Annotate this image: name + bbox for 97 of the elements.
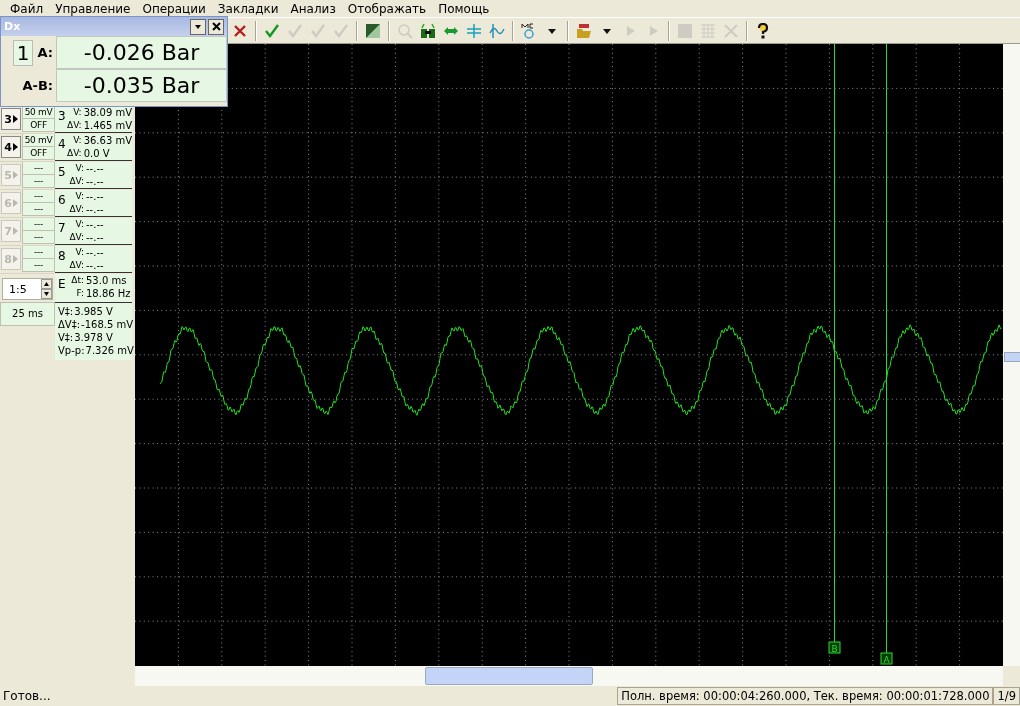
reading-value: --.--	[86, 162, 104, 175]
reading-value: --.--	[86, 246, 104, 259]
scale-value: ---	[22, 190, 55, 203]
reading-label: ΔV:	[66, 119, 82, 132]
scale-value: ---	[22, 218, 55, 231]
horizontal-scrollbar[interactable]	[135, 666, 1003, 686]
reading-label: ΔV:	[68, 203, 84, 216]
window-title: Dx	[4, 20, 21, 33]
reading-value: --.--	[86, 218, 104, 231]
menu-item[interactable]: Файл	[4, 1, 50, 16]
state-value: ---	[22, 203, 55, 216]
reading-label: V:	[74, 246, 84, 259]
reading-value: 3.978 V	[74, 331, 113, 344]
reading-value: 18.86 Hz	[86, 287, 131, 300]
reading-label: ΔV‡:	[58, 318, 81, 331]
reading-label: Δt:	[70, 274, 84, 287]
timebase-value: 25 ms	[0, 302, 55, 326]
reading-label: V:	[74, 218, 84, 231]
reading-label: A:	[37, 45, 53, 60]
menu-item[interactable]: Анализ	[284, 1, 342, 16]
contrast-icon[interactable]	[365, 22, 381, 39]
channel-number: 7	[57, 220, 67, 237]
reading-label: V:	[74, 190, 84, 203]
cursor-lines-icon[interactable]	[466, 22, 482, 39]
cursor-label: A	[883, 654, 890, 665]
cursor-line[interactable]: B	[828, 44, 841, 654]
up-arrow-icon[interactable]	[41, 279, 52, 289]
reading-label: V:	[72, 106, 82, 119]
reading-label: V‡:	[58, 331, 74, 344]
reading-label: ΔV:	[68, 231, 84, 244]
folder-icon[interactable]	[576, 22, 592, 39]
play-icon[interactable]	[12, 115, 18, 123]
reading-label: E	[57, 276, 67, 293]
wave-icon[interactable]	[489, 22, 505, 39]
reading-label: V:	[72, 134, 82, 147]
reading-label: V:	[74, 162, 84, 175]
menu-item[interactable]: Закладки	[211, 1, 285, 16]
memory-icon[interactable]	[521, 22, 537, 39]
channel-number: 8	[57, 248, 67, 265]
reading-value: --.--	[86, 190, 104, 203]
channel-number: 4	[57, 136, 66, 153]
cursor-line[interactable]: A	[880, 44, 893, 665]
reading-value: --.--	[86, 231, 104, 244]
reading-label: Vp-p:	[58, 344, 85, 357]
cross-icon[interactable]	[232, 22, 248, 39]
reading-label: ΔV:	[66, 147, 82, 160]
scale-value: ---	[22, 162, 55, 175]
reading-value: 0.0 V	[83, 147, 110, 160]
channel-button[interactable]: 3	[1, 108, 21, 130]
scale-value: 50 mV	[22, 134, 55, 147]
down-arrow-icon[interactable]	[41, 289, 52, 299]
scale-value: ---	[22, 246, 55, 259]
menu-item[interactable]: Отображать	[341, 1, 433, 16]
cursor-label: B	[831, 643, 838, 654]
channel-number: 3	[57, 108, 66, 125]
reading-value: 36.63 mV	[83, 134, 133, 147]
time-readout: Полн. время: 00:00:04:260.000, Тек. время: 00:00:01:728.000	[617, 687, 994, 705]
reading-label: A-B:	[22, 78, 53, 93]
state-value: ---	[22, 231, 55, 244]
menu-item[interactable]: Операции	[136, 1, 212, 16]
state-value: ---	[22, 259, 55, 272]
check-icon[interactable]	[264, 22, 280, 39]
close-icon[interactable]	[211, 22, 221, 31]
channel-button[interactable]: 4	[1, 136, 21, 158]
status-message: Готов...	[2, 689, 52, 703]
reading-label: ΔV:	[68, 175, 84, 188]
reading-label: ΔV:	[68, 259, 84, 272]
reading-value: 53.0 ms	[86, 274, 127, 287]
caret-icon[interactable]	[194, 22, 202, 31]
reading-value: 1.465 mV	[83, 119, 133, 132]
help-icon[interactable]	[755, 22, 771, 39]
reading-value: -168.5 mV	[81, 318, 134, 331]
channel-number: 5	[57, 164, 67, 181]
channel-number: 1	[12, 39, 34, 66]
reading-value: 3.985 V	[74, 305, 113, 318]
close-button[interactable]	[208, 18, 224, 35]
menu-item[interactable]: Управление	[49, 1, 137, 16]
reading-value: 7.326 mV	[85, 344, 134, 357]
state-value: OFF	[22, 147, 55, 160]
reading-label: V‡:	[58, 305, 74, 318]
dropdown-button[interactable]	[190, 18, 206, 35]
reading-value: -0.035 Bar	[56, 69, 227, 102]
channel-number: 6	[57, 192, 67, 209]
state-value: ---	[22, 175, 55, 188]
page-indicator: 1/9	[993, 687, 1020, 705]
reading-value: --.--	[86, 203, 104, 216]
play-icon[interactable]	[12, 143, 18, 151]
reading-value: --.--	[86, 175, 104, 188]
ratio-spinner[interactable]: 1:5	[2, 278, 53, 300]
menu-item[interactable]: Помощь	[432, 1, 496, 16]
reading-value: 38.09 mV	[83, 106, 133, 119]
reading-label: F:	[75, 287, 84, 300]
vertical-scrollbar[interactable]	[1003, 44, 1020, 666]
reading-value: -0.026 Bar	[56, 36, 227, 69]
reading-value: --.--	[86, 259, 104, 272]
binoculars-icon[interactable]	[420, 22, 436, 39]
state-value: OFF	[22, 119, 55, 132]
